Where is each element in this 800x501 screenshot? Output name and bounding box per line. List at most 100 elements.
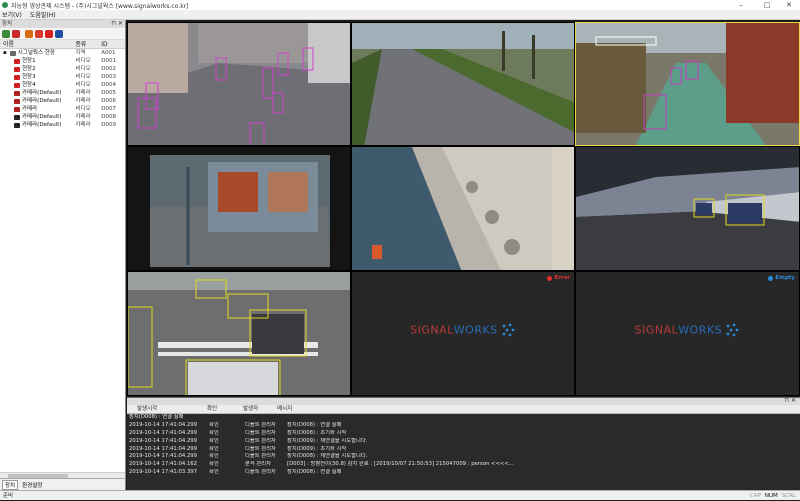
- menu-help[interactable]: 도움말(H): [30, 10, 56, 19]
- site-icon: [9, 50, 16, 56]
- camera-8-error[interactable]: Error SIGNALWORKS: [351, 271, 575, 396]
- empty-dot-icon: [768, 275, 774, 281]
- event-row[interactable]: 2019-10-14 17:41:04.299 확인 디폴트 관리자 장치(D009)…: [127, 446, 800, 454]
- col-message[interactable]: 메시지: [267, 405, 567, 413]
- event-row[interactable]: 2019-10-14 17:41:04.299 확인 디폴트 관리자 장치(D008)…: [127, 430, 800, 438]
- logo-dots-icon: [502, 323, 515, 337]
- event-source: 디폴트 관리자: [245, 437, 276, 444]
- device-toolbar: [0, 28, 125, 40]
- expand-icon[interactable]: ▪: [3, 49, 7, 57]
- menu-view[interactable]: 보기(V): [2, 10, 22, 19]
- device-tree-row[interactable]: 현장4 비디오 D004: [0, 81, 125, 89]
- camera-icon: [14, 114, 20, 120]
- camera-7-intersection[interactable]: [127, 271, 351, 396]
- event-time: 2019-10-14 17:41:04.299: [129, 437, 198, 444]
- event-ack: 확인: [209, 421, 219, 428]
- camera-1-street[interactable]: [127, 22, 351, 146]
- event-ack: 확인: [209, 437, 219, 444]
- event-row[interactable]: 2019-10-14 17:41:04.299 확인 디폴트 관리자 장치(D008)…: [127, 422, 800, 430]
- window-title: 지능형 영상관제 시스템 - (주)시그널웍스 [www.signalworks…: [11, 2, 189, 10]
- event-source: 분석 관리자: [245, 461, 272, 468]
- device-name: 카메라(Default): [22, 90, 62, 96]
- menu-bar: 보기(V) 도움말(H): [0, 10, 800, 20]
- event-message: 장치(D008) : 연결 실패: [287, 469, 342, 476]
- device-tree-row[interactable]: 현장1 비디오 D001: [0, 57, 125, 65]
- col-ack[interactable]: 확인: [197, 405, 233, 413]
- event-ack: 확인: [209, 461, 219, 468]
- device-name: 현장1: [22, 58, 36, 64]
- stop-icon[interactable]: [35, 29, 43, 38]
- camera-3-sidewalk[interactable]: [575, 22, 800, 146]
- event-time: 2019-10-14 17:41:04.299: [129, 421, 198, 428]
- camera-icon: [14, 122, 20, 128]
- error-badge: Error: [547, 275, 570, 281]
- camera-icon: [14, 98, 20, 104]
- device-tree-row[interactable]: 카메라 비디오 D007: [0, 105, 125, 113]
- device-tree-row[interactable]: 카메라(Default) 카메라 D008: [0, 113, 125, 121]
- device-tree-row[interactable]: 현장2 비디오 D002: [0, 65, 125, 73]
- tab-devices[interactable]: 장치: [2, 479, 19, 490]
- camera-2-feed: [352, 23, 574, 145]
- camera-7-feed: [128, 272, 350, 395]
- status-text: 준비: [3, 493, 14, 499]
- event-ack: 확인: [209, 453, 219, 460]
- settings-icon[interactable]: [55, 29, 63, 38]
- camera-4-storefront[interactable]: [127, 146, 351, 271]
- event-summary-row[interactable]: 장치(D008) : 연결 실패: [127, 414, 800, 422]
- empty-badge: Empty: [768, 275, 795, 281]
- event-row[interactable]: 2019-10-14 17:41:03.397 확인 디폴트 관리자 장치(D008)…: [127, 469, 800, 477]
- event-ack: 확인: [209, 445, 219, 452]
- event-row[interactable]: 2019-10-14 17:41:04.299 확인 디폴트 관리자 장치(D009)…: [127, 438, 800, 446]
- device-id: D006: [101, 98, 116, 104]
- device-name-cell: 현장1: [0, 57, 75, 65]
- camera-9-empty[interactable]: Empty SIGNALWORKS: [575, 271, 800, 396]
- device-name-cell: 현장3: [0, 73, 75, 81]
- event-row[interactable]: 2019-10-14 17:41:04.299 확인 디폴트 관리자 장치(D008)…: [127, 453, 800, 461]
- col-kind[interactable]: 종류: [75, 40, 101, 48]
- alarm-icon[interactable]: [45, 29, 53, 38]
- device-id: D003: [101, 74, 116, 80]
- disconnect-icon[interactable]: [12, 29, 20, 38]
- event-ack: 확인: [209, 429, 219, 436]
- device-name-cell: 카메라(Default): [0, 113, 75, 121]
- device-tree-row[interactable]: ▪ 시그널웍스 현장 지역 A001: [0, 49, 125, 57]
- event-message: 장치(D008) : 초기화 시작: [287, 429, 347, 436]
- event-message: 장치(D009) : 재연결을 시도합니다.: [287, 437, 368, 444]
- device-tree-row[interactable]: 카메라(Default) 카메라 D005: [0, 89, 125, 97]
- signalworks-logo: SIGNALWORKS: [352, 322, 574, 338]
- event-message: [D003] : 방향전이(30.8) 감지 완료 : [2019/10/07 …: [287, 461, 514, 468]
- camera-6-highway[interactable]: [575, 146, 800, 271]
- device-name: 현장4: [22, 82, 36, 88]
- device-tree-row[interactable]: 현장3 비디오 D003: [0, 73, 125, 81]
- event-summary-text: 장치(D008) : 연결 실패: [129, 414, 184, 420]
- camera-5-seawall[interactable]: [351, 146, 575, 271]
- app-icon: [2, 2, 8, 8]
- empty-badge-label: Empty: [775, 275, 795, 281]
- tab-settings[interactable]: 환경설정: [22, 481, 42, 489]
- col-id[interactable]: ID: [101, 40, 125, 48]
- device-name: 카메라(Default): [22, 98, 62, 104]
- camera-2-path[interactable]: [351, 22, 575, 146]
- col-name[interactable]: 이름: [0, 40, 75, 48]
- device-name: 카메라: [22, 106, 38, 112]
- device-tree-row[interactable]: 카메라(Default) 카메라 D009: [0, 121, 125, 129]
- record-icon[interactable]: [25, 29, 33, 38]
- connect-icon[interactable]: [2, 29, 10, 38]
- camera-4-feed: [128, 147, 350, 270]
- status-bar: 준비 CAP NUM SCRL: [0, 490, 800, 500]
- event-time: 2019-10-14 17:41:04.299: [129, 445, 198, 452]
- device-name-cell: 카메라(Default): [0, 89, 75, 97]
- event-panel-pin-close-icon[interactable]: ⊓ ✕: [784, 397, 796, 404]
- close-button[interactable]: ✕: [778, 0, 800, 10]
- maximize-button[interactable]: □: [756, 0, 778, 10]
- col-source[interactable]: 발생자: [233, 405, 267, 413]
- minimize-button[interactable]: –: [730, 0, 752, 10]
- device-panel-header: 장치 ⊓ ✕: [0, 20, 125, 28]
- camera-icon: [14, 82, 20, 88]
- device-tree-header: 이름 종류 ID: [0, 40, 125, 49]
- col-time[interactable]: 발생시각: [127, 405, 197, 413]
- panel-pin-close-icon[interactable]: ⊓ ✕: [111, 20, 123, 28]
- event-row[interactable]: 2019-10-14 17:41:04.162 확인 분석 관리자 [D003] : …: [127, 461, 800, 469]
- device-tree-row[interactable]: 카메라(Default) 카메라 D006: [0, 97, 125, 105]
- event-message: 장치(D008) : 연결 실패: [287, 421, 342, 428]
